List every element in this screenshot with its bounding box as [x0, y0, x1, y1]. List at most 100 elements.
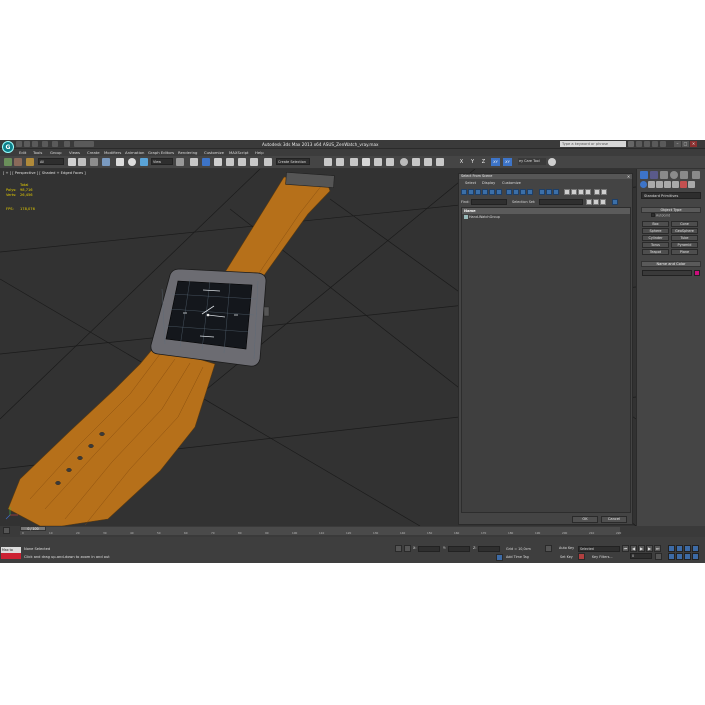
helpers-icon[interactable]: [672, 181, 679, 188]
search-icon[interactable]: [628, 141, 634, 147]
absolute-mode-icon[interactable]: [404, 545, 411, 552]
spinner-snap-icon[interactable]: [250, 158, 258, 166]
field-of-view-icon[interactable]: [668, 553, 675, 560]
tube-button[interactable]: Tube: [671, 235, 698, 241]
filter-containers-icon[interactable]: [527, 189, 533, 195]
filter-lights-icon[interactable]: [475, 189, 481, 195]
teapot-render-icon[interactable]: [548, 158, 556, 166]
torus-button[interactable]: Torus: [642, 242, 669, 248]
ok-button[interactable]: OK: [572, 516, 598, 523]
axis-xy-cycle-button[interactable]: XY: [503, 158, 512, 166]
menu-create[interactable]: Create: [87, 150, 100, 155]
filter-spacewarps-icon[interactable]: [496, 189, 502, 195]
geometry-icon[interactable]: [640, 181, 647, 188]
named-selection-dropdown[interactable]: Create Selection: [276, 158, 310, 165]
axis-y-button[interactable]: Y: [468, 158, 477, 166]
pan-icon[interactable]: [676, 553, 683, 560]
dialog-menu-display[interactable]: Display: [482, 181, 495, 185]
key-tool-dropdown[interactable]: ey Care Tool: [518, 158, 546, 165]
select-invert-icon[interactable]: [553, 189, 559, 195]
viewport-label-menu[interactable]: [ + ] [ Perspective ] [ Shaded + Edged F…: [3, 171, 86, 175]
display-influences-icon[interactable]: [571, 189, 577, 195]
window-crossing-icon[interactable]: [102, 158, 110, 166]
add-time-tag-button[interactable]: Add Time Tag: [506, 555, 529, 559]
project-folder-icon[interactable]: [64, 141, 70, 147]
lock-selection-toggle-icon[interactable]: [395, 545, 402, 552]
menu-tools[interactable]: Tools: [33, 150, 42, 155]
select-all-icon[interactable]: [539, 189, 545, 195]
z-coordinate-field[interactable]: [478, 546, 500, 552]
motion-tab-icon[interactable]: [670, 171, 678, 179]
filter-cameras-icon[interactable]: [482, 189, 488, 195]
menu-graph-editors[interactable]: Graph Editors: [148, 150, 174, 155]
reference-coordinate-dropdown[interactable]: View: [151, 158, 173, 165]
percent-snap-icon[interactable]: [238, 158, 246, 166]
named-selection-icon[interactable]: [586, 199, 592, 205]
zoom-all-icon[interactable]: [676, 545, 683, 552]
cameras-icon[interactable]: [664, 181, 671, 188]
angle-snap-icon[interactable]: [226, 158, 234, 166]
dialog-menu-select[interactable]: Select: [465, 181, 476, 185]
pivot-center-icon[interactable]: [176, 158, 184, 166]
scene-object-list[interactable]: Name Hand-WatchGroup: [461, 207, 631, 513]
box-button[interactable]: Box: [642, 221, 669, 227]
select-manipulate-icon[interactable]: [190, 158, 198, 166]
move-icon[interactable]: [116, 158, 124, 166]
shapes-icon[interactable]: [648, 181, 655, 188]
y-coordinate-field[interactable]: [448, 546, 470, 552]
geosphere-button[interactable]: GeoSphere: [671, 228, 698, 234]
open-file-icon[interactable]: [24, 141, 30, 147]
help-icon[interactable]: [660, 141, 666, 147]
orbit-icon[interactable]: [684, 553, 691, 560]
sync-selection-icon[interactable]: [585, 189, 591, 195]
close-button[interactable]: ✕: [690, 141, 697, 147]
maximize-viewport-icon[interactable]: [692, 553, 699, 560]
menu-group[interactable]: Group: [50, 150, 62, 155]
curve-editor-icon[interactable]: [374, 158, 382, 166]
auto-key-button[interactable]: Auto Key: [559, 546, 574, 550]
go-to-start-icon[interactable]: ⏮: [622, 545, 629, 552]
display-children-icon[interactable]: [564, 189, 570, 195]
selection-set-dropdown[interactable]: [539, 199, 583, 205]
cone-button[interactable]: Cone: [671, 221, 698, 227]
snaps-toggle-icon[interactable]: [214, 158, 222, 166]
align-icon[interactable]: [336, 158, 344, 166]
favorites-icon[interactable]: [652, 141, 658, 147]
redo-icon[interactable]: [52, 141, 58, 147]
workspace-dropdown[interactable]: [74, 141, 94, 147]
select-link-icon[interactable]: [4, 158, 12, 166]
teapot-button[interactable]: Teapot: [642, 249, 669, 255]
create-tab-icon[interactable]: [640, 171, 648, 179]
filter-shapes-icon[interactable]: [468, 189, 474, 195]
undo-icon[interactable]: [42, 141, 48, 147]
hierarchy-tab-icon[interactable]: [660, 171, 668, 179]
sphere-button[interactable]: Sphere: [642, 228, 669, 234]
timeline-toggle-icon[interactable]: [3, 527, 10, 534]
minimize-button[interactable]: –: [674, 141, 681, 147]
object-type-rollout[interactable]: Object Type: [641, 207, 701, 213]
select-object-icon[interactable]: [68, 158, 76, 166]
render-production-icon[interactable]: [436, 158, 444, 166]
play-icon[interactable]: ▶: [638, 545, 645, 552]
dialog-close-button[interactable]: ✕: [626, 174, 631, 179]
menu-help[interactable]: Help: [255, 150, 264, 155]
bind-space-warp-icon[interactable]: [26, 158, 34, 166]
key-icon[interactable]: [578, 553, 585, 560]
find-wildcard-icon[interactable]: [601, 189, 607, 195]
maximize-button[interactable]: □: [682, 141, 689, 147]
key-filters-button[interactable]: Key Filters...: [592, 555, 613, 559]
material-editor-icon[interactable]: [400, 158, 408, 166]
mirror-icon[interactable]: [324, 158, 332, 166]
name-and-color-rollout[interactable]: Name and Color: [641, 261, 701, 267]
new-file-icon[interactable]: [16, 141, 22, 147]
search-input[interactable]: Type a keyword or phrase: [560, 141, 626, 147]
keyboard-shortcut-toggle-icon[interactable]: [202, 158, 210, 166]
render-setup-icon[interactable]: [412, 158, 420, 166]
filter-geometry-icon[interactable]: [461, 189, 467, 195]
next-frame-icon[interactable]: ▶: [646, 545, 653, 552]
time-configuration-icon[interactable]: [655, 553, 662, 560]
subscription-icon[interactable]: [636, 141, 642, 147]
zoom-icon[interactable]: [668, 545, 675, 552]
maxscript-listener[interactable]: Max to: [1, 547, 21, 559]
save-file-icon[interactable]: [32, 141, 38, 147]
